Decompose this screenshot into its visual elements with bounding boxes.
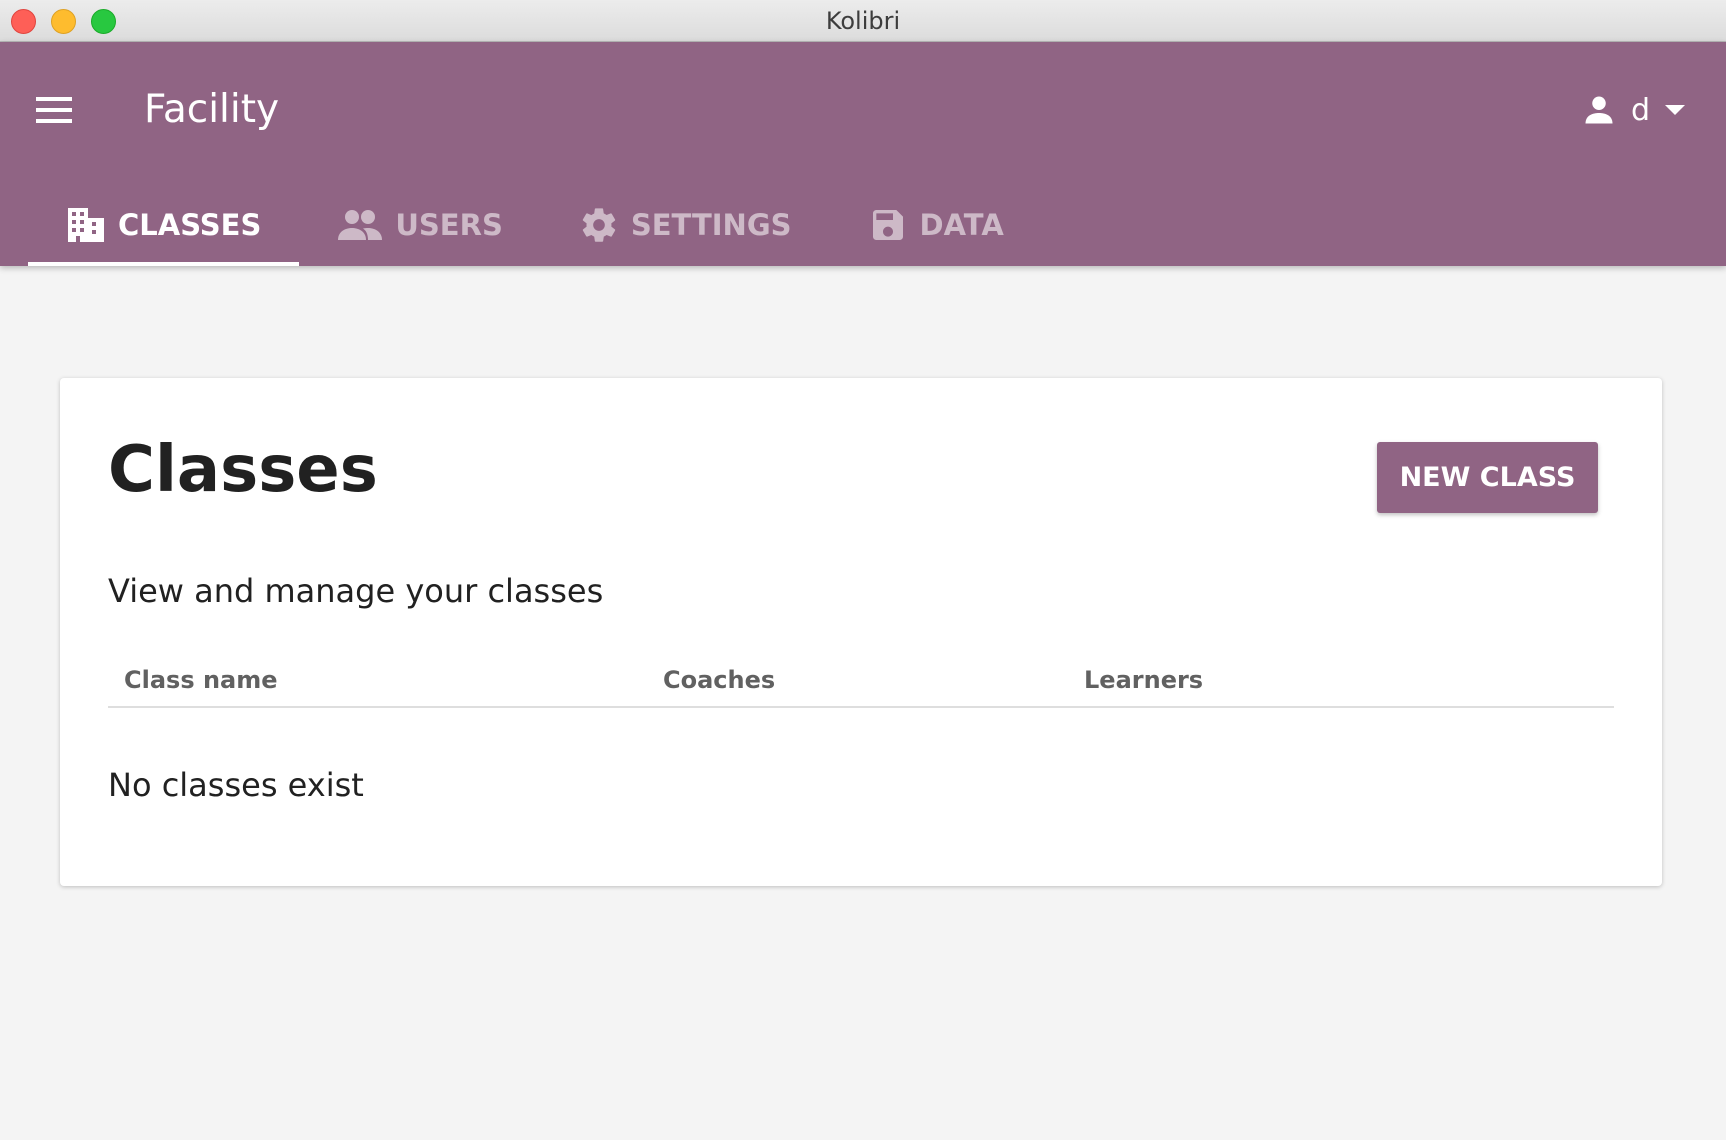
tab-label: SETTINGS <box>630 208 792 242</box>
save-icon <box>872 210 903 240</box>
people-icon <box>338 210 383 240</box>
person-icon <box>1585 96 1613 124</box>
gear-icon <box>582 208 616 242</box>
hamburger-menu-icon[interactable] <box>30 86 78 134</box>
column-header-coaches[interactable]: Coaches <box>663 666 775 694</box>
window-titlebar: Kolibri <box>0 0 1726 42</box>
section-description: View and manage your classes <box>108 572 604 610</box>
tab-label: CLASSES <box>118 208 262 242</box>
tab-classes[interactable]: CLASSES <box>28 184 300 266</box>
table-header: Class name Coaches Learners <box>108 662 1614 708</box>
classes-card: Classes NEW CLASS View and manage your c… <box>60 378 1662 886</box>
tab-label: USERS <box>395 208 503 242</box>
empty-state-message: No classes exist <box>108 766 364 804</box>
app-header: Facility d CLASSES USERS SETTINGS DATA <box>0 42 1726 266</box>
tab-label: DATA <box>919 208 1004 242</box>
window-title: Kolibri <box>825 7 901 35</box>
column-header-learners[interactable]: Learners <box>1084 666 1203 694</box>
tab-bar: CLASSES USERS SETTINGS DATA <box>28 184 1042 266</box>
user-menu-button[interactable]: d <box>1581 82 1686 138</box>
column-header-class-name[interactable]: Class name <box>124 666 278 694</box>
page-title: Facility <box>144 87 280 132</box>
tab-users[interactable]: USERS <box>299 184 540 266</box>
chevron-down-icon <box>1665 105 1685 115</box>
section-title: Classes <box>108 433 378 507</box>
tab-settings[interactable]: SETTINGS <box>541 184 830 266</box>
building-icon <box>68 208 104 242</box>
new-class-button[interactable]: NEW CLASS <box>1377 442 1598 513</box>
tab-data[interactable]: DATA <box>830 184 1042 266</box>
user-name: d <box>1630 92 1650 128</box>
